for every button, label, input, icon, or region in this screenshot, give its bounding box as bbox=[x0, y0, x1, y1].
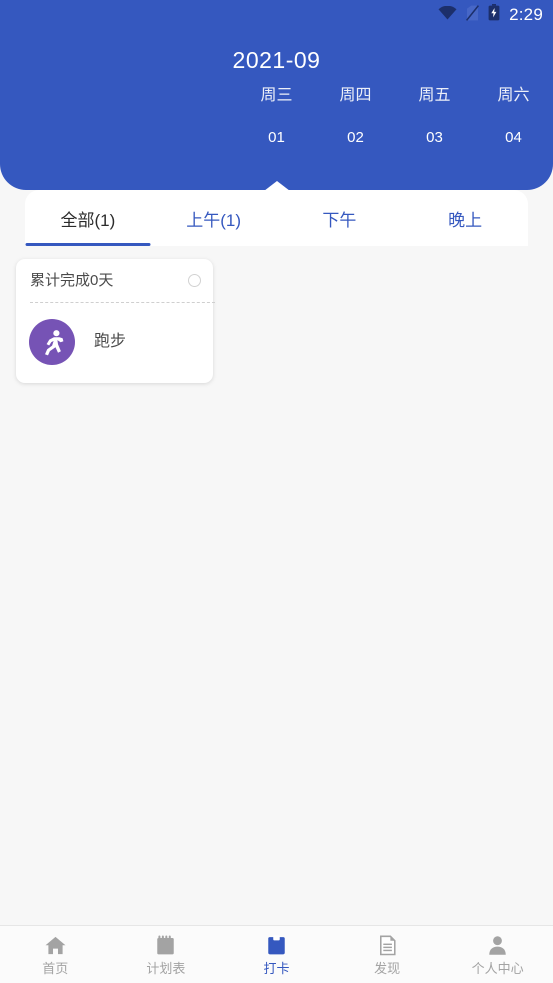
document-icon bbox=[376, 934, 399, 957]
tab-morning[interactable]: 上午(1) bbox=[151, 190, 277, 246]
day-column-03[interactable]: 周五 03 bbox=[395, 87, 474, 146]
day-number: 03 bbox=[426, 129, 443, 146]
day-name: 周三 bbox=[260, 87, 293, 104]
nav-label: 首页 bbox=[42, 961, 69, 976]
bottom-navigation: 首页 计划表 打卡 发现 个人中心 bbox=[0, 925, 553, 983]
tab-all[interactable]: 全部(1) bbox=[25, 190, 151, 246]
day-column-04[interactable]: 周六 04 bbox=[474, 87, 553, 146]
day-name: 周四 bbox=[339, 87, 372, 104]
habit-progress-text: 累计完成0天 bbox=[30, 272, 114, 289]
calendar-icon bbox=[154, 934, 177, 957]
battery-charging-icon bbox=[488, 4, 500, 26]
nav-item-home[interactable]: 首页 bbox=[0, 926, 111, 983]
wifi-icon bbox=[438, 5, 457, 25]
tab-card: 全部(1) 上午(1) 下午 晚上 bbox=[25, 181, 528, 246]
tab-label: 上午(1) bbox=[186, 210, 242, 230]
nav-item-schedule[interactable]: 计划表 bbox=[111, 926, 222, 983]
content-area: 累计完成0天 跑步 bbox=[0, 246, 553, 925]
nav-item-checkin[interactable]: 打卡 bbox=[221, 926, 332, 983]
nav-label: 个人中心 bbox=[471, 961, 524, 976]
day-number: 02 bbox=[347, 129, 364, 146]
calendar-header: 2:29 2021-09 周三 01 周四 02 周五 03 周六 04 bbox=[0, 0, 553, 190]
status-bar: 2:29 bbox=[438, 0, 553, 30]
nav-item-discover[interactable]: 发现 bbox=[332, 926, 443, 983]
habit-card-header: 累计完成0天 bbox=[30, 273, 201, 288]
week-day-strip: 周三 01 周四 02 周五 03 周六 04 bbox=[0, 87, 553, 146]
tab-active-indicator bbox=[25, 243, 151, 246]
tab-label: 下午 bbox=[322, 210, 357, 230]
tab-card-notch bbox=[263, 181, 290, 191]
habit-card[interactable]: 累计完成0天 跑步 bbox=[16, 259, 215, 383]
nav-item-profile[interactable]: 个人中心 bbox=[442, 926, 553, 983]
tab-afternoon[interactable]: 下午 bbox=[277, 190, 403, 246]
month-title: 2021-09 bbox=[232, 47, 321, 73]
day-number: 04 bbox=[505, 129, 522, 146]
day-number: 01 bbox=[268, 129, 285, 146]
status-bar-time: 2:29 bbox=[509, 5, 543, 24]
home-icon bbox=[44, 934, 67, 957]
habit-card-divider bbox=[30, 302, 215, 303]
week-strip-spacer bbox=[0, 88, 237, 145]
app-root: 2:29 2021-09 周三 01 周四 02 周五 03 周六 04 全部(… bbox=[0, 0, 553, 983]
nav-label: 计划表 bbox=[146, 961, 186, 976]
person-icon bbox=[486, 934, 509, 957]
tab-label: 全部(1) bbox=[60, 210, 116, 230]
habit-card-body: 跑步 bbox=[29, 319, 126, 365]
running-person-icon bbox=[29, 319, 75, 365]
habit-complete-checkbox[interactable] bbox=[188, 274, 201, 287]
day-column-01[interactable]: 周三 01 bbox=[237, 87, 316, 146]
clipboard-icon bbox=[265, 934, 288, 957]
tab-bar: 全部(1) 上午(1) 下午 晚上 bbox=[25, 190, 528, 246]
sim-card-off-icon bbox=[466, 4, 480, 26]
day-column-02[interactable]: 周四 02 bbox=[316, 87, 395, 146]
habit-name: 跑步 bbox=[94, 333, 127, 350]
tab-evening[interactable]: 晚上 bbox=[402, 190, 528, 246]
nav-label: 发现 bbox=[374, 961, 401, 976]
day-name: 周六 bbox=[497, 87, 530, 104]
tab-label: 晚上 bbox=[448, 210, 483, 230]
nav-label: 打卡 bbox=[263, 961, 290, 976]
day-name: 周五 bbox=[418, 87, 451, 104]
